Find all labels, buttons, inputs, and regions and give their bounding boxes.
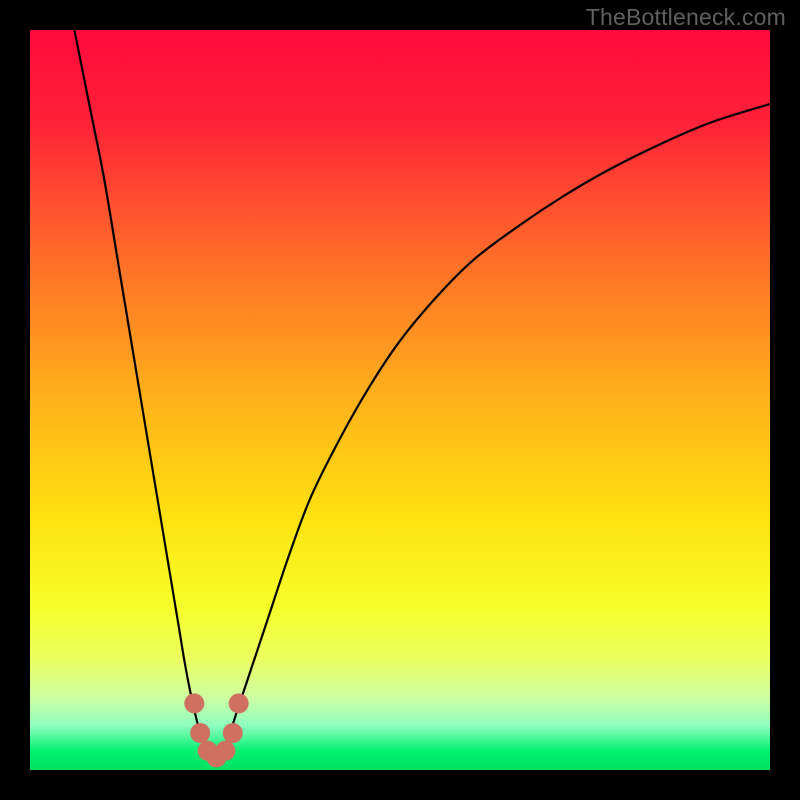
plot-area [30, 30, 770, 770]
marker-dot [223, 723, 243, 743]
plot-svg [30, 30, 770, 770]
marker-dot [190, 723, 210, 743]
watermark-text: TheBottleneck.com [586, 4, 786, 31]
marker-dot [229, 693, 249, 713]
marker-dot [215, 741, 235, 761]
marker-dot [184, 693, 204, 713]
outer-black-border: TheBottleneck.com [0, 0, 800, 800]
